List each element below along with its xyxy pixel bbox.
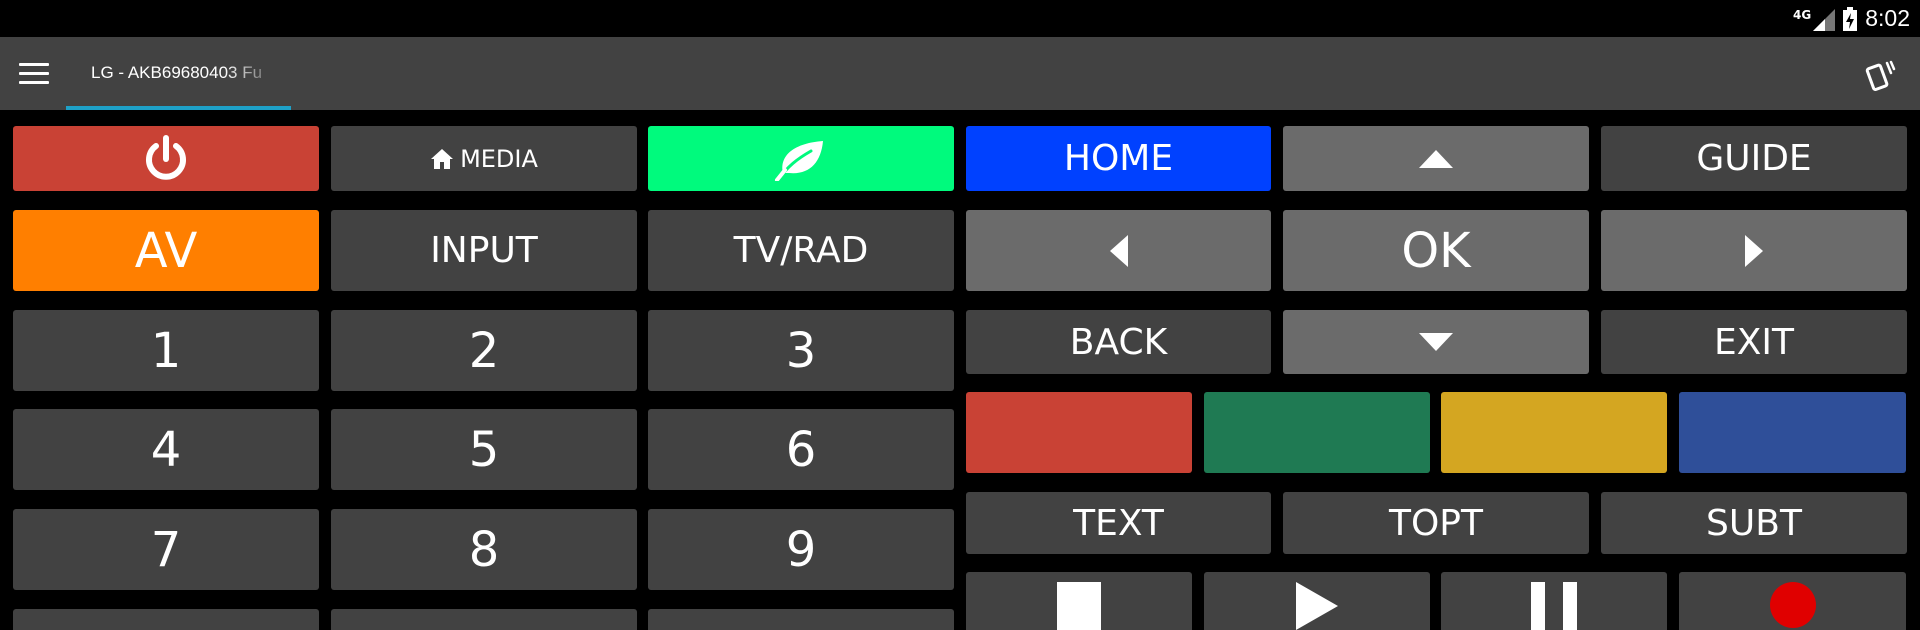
digit-7-button[interactable]: 7 [13, 509, 319, 590]
digit-8-label: 8 [468, 521, 500, 578]
ok-button[interactable]: OK [1283, 210, 1589, 291]
subt-label: SUBT [1706, 502, 1802, 544]
exit-button[interactable]: EXIT [1601, 310, 1907, 374]
eco-button[interactable] [648, 126, 954, 191]
input-label: INPUT [430, 230, 538, 271]
triangle-up-icon [1419, 149, 1453, 168]
play-icon [1296, 582, 1338, 630]
text-button[interactable]: TEXT [966, 492, 1271, 554]
digit-4-label: 4 [150, 421, 182, 478]
digit-6-button[interactable]: 6 [648, 409, 954, 490]
digit-1-button[interactable]: 1 [13, 310, 319, 391]
back-label: BACK [1069, 321, 1168, 363]
av-label: AV [134, 222, 198, 279]
tab-indicator [66, 106, 291, 110]
up-button[interactable] [1283, 126, 1589, 191]
leaf-icon [775, 140, 823, 181]
power-icon [146, 134, 186, 180]
digit-9-label: 9 [785, 521, 817, 578]
red-key-button[interactable] [966, 392, 1192, 473]
back-button[interactable]: BACK [966, 310, 1271, 374]
blue-key-button[interactable] [1679, 392, 1906, 473]
record-icon [1769, 582, 1816, 628]
network-4g-label: 4G [1793, 7, 1812, 22]
power-button[interactable] [13, 126, 319, 191]
yellow-key-button[interactable] [1441, 392, 1667, 473]
digit-2-button[interactable]: 2 [331, 310, 637, 391]
tv-rad-label: TV/RAD [733, 230, 869, 271]
tab-label: LG - AKB69680403 Fu [91, 63, 263, 82]
menu-icon[interactable] [19, 63, 49, 85]
digit-3-button[interactable]: 3 [648, 310, 954, 391]
stop-icon [1057, 582, 1101, 630]
clock: 8:02 [1865, 5, 1910, 31]
tab-remote[interactable]: LG - AKB69680403 Fu [66, 37, 291, 110]
extra-left-button-3[interactable] [648, 609, 954, 630]
play-button[interactable] [1204, 572, 1430, 630]
digit-6-label: 6 [785, 421, 817, 478]
ok-label: OK [1401, 222, 1471, 279]
digit-2-label: 2 [468, 322, 500, 379]
down-button[interactable] [1283, 310, 1589, 374]
right-button[interactable] [1601, 210, 1907, 291]
triangle-left-icon [1109, 234, 1128, 267]
digit-5-button[interactable]: 5 [331, 409, 637, 490]
digit-4-button[interactable]: 4 [13, 409, 319, 490]
digit-3-label: 3 [785, 322, 817, 379]
av-button[interactable]: AV [13, 210, 319, 291]
home-label: HOME [1063, 138, 1174, 179]
input-button[interactable]: INPUT [331, 210, 637, 291]
signal-icon [1813, 8, 1836, 31]
triangle-down-icon [1419, 333, 1453, 351]
digit-8-button[interactable]: 8 [331, 509, 637, 590]
app-bar: LG - AKB69680403 Fu [0, 37, 1920, 110]
digit-5-label: 5 [468, 421, 500, 478]
guide-label: GUIDE [1696, 138, 1812, 179]
extra-left-button-2[interactable] [331, 609, 637, 630]
digit-9-button[interactable]: 9 [648, 509, 954, 590]
devices-icon[interactable] [1864, 59, 1896, 91]
status-right: 4G 8:02 [1793, 0, 1910, 37]
media-label: MEDIA [460, 144, 538, 173]
tv-rad-button[interactable]: TV/RAD [648, 210, 954, 291]
exit-label: EXIT [1713, 321, 1794, 363]
status-bar: 4G 8:02 [0, 0, 1920, 37]
text-label: TEXT [1073, 502, 1164, 544]
extra-left-button-1[interactable] [13, 609, 319, 630]
triangle-right-icon [1745, 234, 1763, 267]
pause-icon [1531, 582, 1577, 630]
home-button[interactable]: HOME [966, 126, 1271, 191]
guide-button[interactable]: GUIDE [1601, 126, 1907, 191]
topt-label: TOPT [1388, 502, 1484, 544]
subt-button[interactable]: SUBT [1601, 492, 1907, 554]
record-button[interactable] [1679, 572, 1906, 630]
battery-charging-icon [1843, 6, 1858, 31]
left-button[interactable] [966, 210, 1271, 291]
digit-1-label: 1 [150, 322, 182, 379]
stop-button[interactable] [966, 572, 1192, 630]
house-icon [431, 148, 454, 169]
pause-button[interactable] [1441, 572, 1667, 630]
media-button[interactable]: MEDIA [331, 126, 637, 191]
digit-7-label: 7 [150, 521, 182, 578]
topt-button[interactable]: TOPT [1283, 492, 1589, 554]
green-key-button[interactable] [1204, 392, 1430, 473]
